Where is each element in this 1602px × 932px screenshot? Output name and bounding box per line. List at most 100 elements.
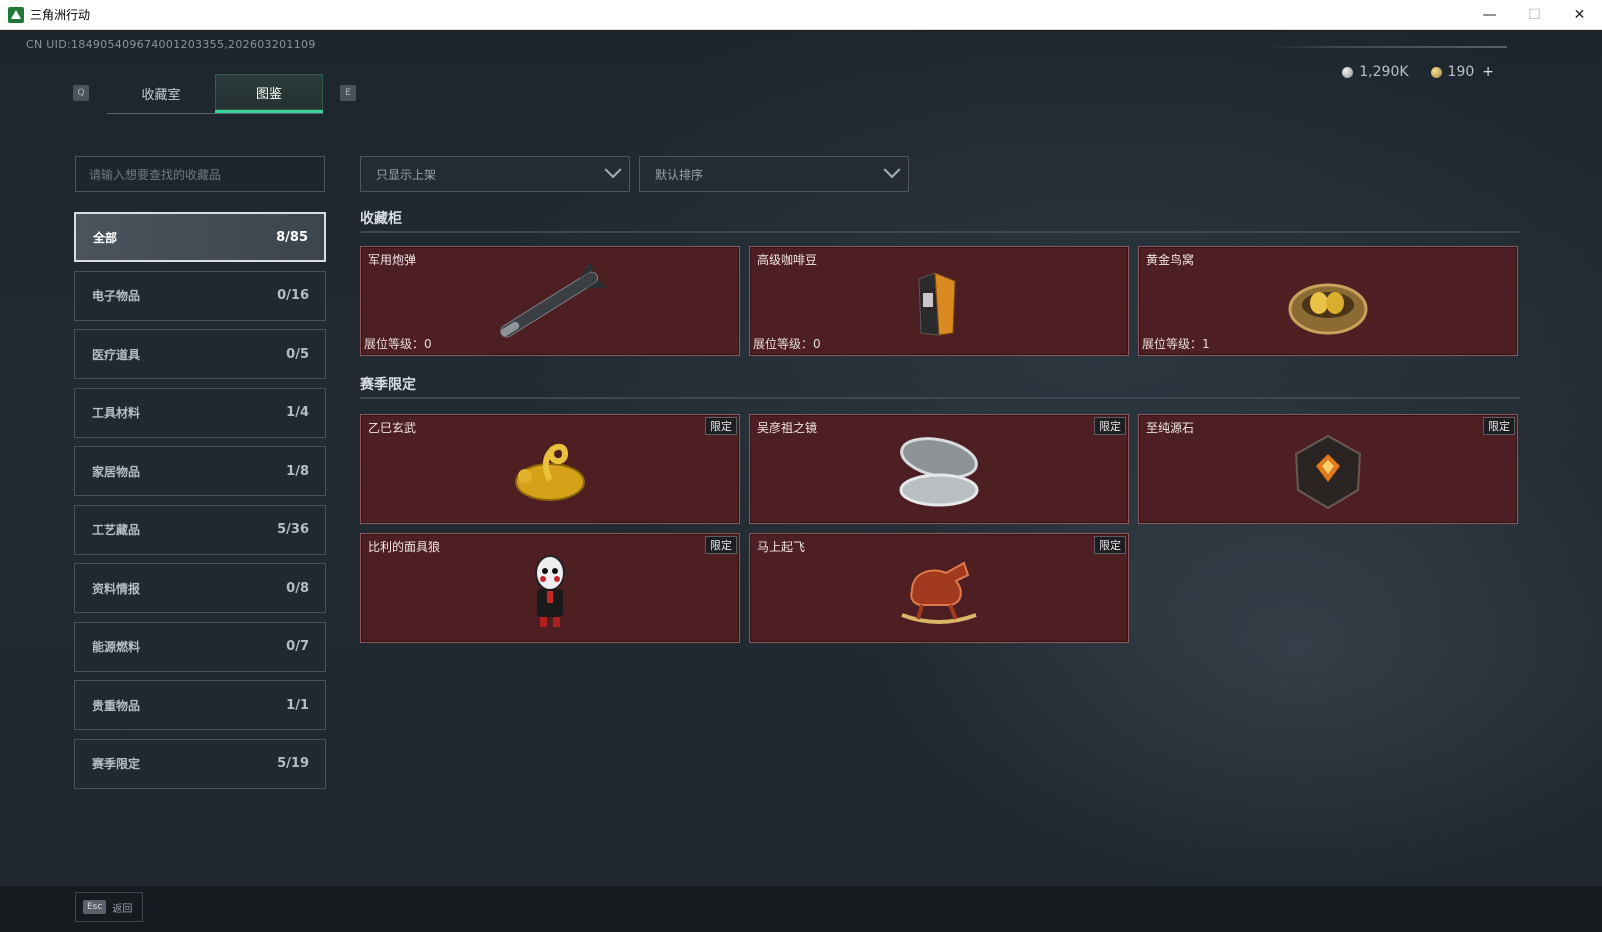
golden-nest-icon (1283, 269, 1373, 343)
category-list: 全部 8/85 电子物品 0/16 医疗道具 0/5 工具材料 1/4 家居物品… (74, 212, 326, 797)
header-divider (1267, 46, 1507, 48)
currency-panel: 1,290K 190 + (1342, 64, 1494, 80)
tab-catalog[interactable]: 图鉴 (215, 74, 323, 113)
category-label: 能源燃料 (92, 640, 141, 654)
window-titlebar: 三角洲行动 — ☐ ✕ (0, 0, 1602, 30)
player-uid: CN UID:184905409674001203355,20260320110… (26, 38, 316, 51)
card-display-level: 展位等级：0 (753, 337, 821, 351)
category-label: 电子物品 (92, 289, 141, 303)
card-name: 比利的面具狼 (368, 540, 441, 554)
minimize-button[interactable]: — (1467, 0, 1512, 30)
category-label: 医疗道具 (92, 347, 141, 362)
collectible-card[interactable]: 比利的面具狼 限定 (360, 533, 740, 643)
category-valuables[interactable]: 贵重物品 1/1 (74, 680, 326, 730)
limited-badge: 限定 (705, 536, 737, 554)
chevron-down-icon (883, 161, 901, 179)
tab-collection-room[interactable]: 收藏室 (107, 74, 215, 113)
category-count: 1/4 (286, 405, 309, 420)
search-input[interactable]: 请输入想要查找的收藏品 (75, 156, 325, 192)
category-count: 1/8 (286, 463, 309, 479)
section-title-season: 赛季限定 (360, 377, 416, 393)
silver-amount: 1,290K (1359, 64, 1409, 80)
card-name: 乙巳玄武 (368, 421, 417, 435)
coffee-bag-icon (909, 269, 969, 343)
card-name: 至纯源石 (1146, 421, 1195, 435)
category-count: 0/16 (277, 288, 309, 303)
chevron-down-icon (604, 161, 622, 179)
back-button[interactable]: Esc 返回 (75, 892, 143, 922)
card-name: 黄金鸟窝 (1146, 253, 1195, 267)
category-label: 赛季限定 (92, 757, 141, 771)
billy-puppet-icon (520, 551, 580, 635)
collectible-card[interactable]: 黄金鸟窝 展位等级：1 (1138, 246, 1518, 356)
card-display-level: 展位等级：0 (364, 337, 432, 351)
limited-badge: 限定 (705, 417, 737, 435)
window-controls: — ☐ ✕ (1467, 0, 1602, 30)
category-label: 工艺藏品 (92, 523, 141, 537)
collectible-card[interactable]: 军用炮弹 展位等级：0 (360, 246, 740, 356)
prev-tab-key-hint[interactable]: Q (73, 85, 89, 101)
category-all[interactable]: 全部 8/85 (74, 212, 326, 262)
gold-amount: 190 (1447, 64, 1475, 80)
card-name: 高级咖啡豆 (757, 253, 818, 267)
next-tab-key-hint[interactable]: E (340, 85, 356, 101)
limited-badge: 限定 (1094, 417, 1126, 435)
collectible-card[interactable]: 吴彦祖之镜 限定 (749, 414, 1129, 524)
category-crafts[interactable]: 工艺藏品 5/36 (74, 504, 326, 555)
rocking-horse-icon (894, 551, 984, 635)
limited-badge: 限定 (1094, 536, 1126, 554)
category-count: 1/1 (286, 697, 309, 713)
add-gold-button[interactable]: + (1482, 64, 1494, 80)
app-logo-icon (8, 6, 24, 23)
window-title: 三角洲行动 (30, 8, 91, 22)
game-screen: CN UID:184905409674001203355,20260320110… (0, 31, 1602, 932)
category-household[interactable]: 家居物品 1/8 (74, 446, 326, 496)
display-filter-value: 只显示上架 (376, 167, 437, 182)
category-count: 0/8 (286, 580, 309, 596)
card-display-level: 展位等级：1 (1142, 337, 1210, 351)
category-label: 贵重物品 (92, 698, 141, 713)
category-season-limited[interactable]: 赛季限定 5/19 (74, 738, 326, 789)
section-divider (360, 397, 1520, 399)
category-electronics[interactable]: 电子物品 0/16 (74, 270, 326, 321)
collectible-card[interactable]: 马上起飞 限定 (749, 533, 1129, 643)
silver-coin-icon (1342, 66, 1354, 78)
category-energy[interactable]: 能源燃料 0/7 (74, 621, 326, 672)
esc-key-icon: Esc (83, 900, 107, 914)
gold-coin-icon (1430, 66, 1442, 78)
category-label: 全部 (93, 230, 118, 245)
section-divider (360, 231, 1520, 233)
bottom-bar: Esc 返回 (0, 886, 1602, 932)
gold-currency[interactable]: 190 + (1430, 64, 1494, 80)
category-intel[interactable]: 资料情报 0/8 (74, 563, 326, 613)
collectible-card[interactable]: 高级咖啡豆 展位等级：0 (749, 246, 1129, 356)
category-medical[interactable]: 医疗道具 0/5 (74, 329, 326, 379)
silver-currency: 1,290K (1342, 64, 1409, 80)
section-title-cabinet: 收藏柜 (360, 211, 402, 227)
category-label: 家居物品 (92, 464, 141, 479)
category-label: 资料情报 (92, 581, 141, 596)
compact-mirror-icon (894, 432, 984, 516)
category-count: 5/19 (277, 756, 309, 771)
sort-value: 默认排序 (655, 167, 704, 182)
tab-bar: 收藏室 图鉴 (107, 74, 323, 114)
missile-icon (485, 260, 615, 348)
close-button[interactable]: ✕ (1557, 0, 1602, 30)
category-tools[interactable]: 工具材料 1/4 (74, 387, 326, 438)
card-name: 马上起飞 (757, 540, 806, 554)
collectible-card[interactable]: 至纯源石 限定 (1138, 414, 1518, 524)
maximize-button[interactable]: ☐ (1512, 0, 1557, 30)
collectible-card[interactable]: 乙巳玄武 限定 (360, 414, 740, 524)
category-count: 0/7 (286, 639, 309, 654)
category-count: 5/36 (277, 522, 309, 537)
display-filter-dropdown[interactable]: 只显示上架 (360, 156, 630, 192)
card-name: 吴彦祖之镜 (757, 421, 818, 435)
category-count: 8/85 (276, 229, 308, 245)
back-label: 返回 (112, 903, 133, 915)
sort-dropdown[interactable]: 默认排序 (639, 156, 909, 192)
card-name: 军用炮弹 (368, 253, 417, 267)
category-label: 工具材料 (92, 406, 141, 420)
golden-turtle-snake-icon (505, 432, 595, 516)
limited-badge: 限定 (1483, 417, 1515, 435)
category-count: 0/5 (286, 346, 309, 362)
